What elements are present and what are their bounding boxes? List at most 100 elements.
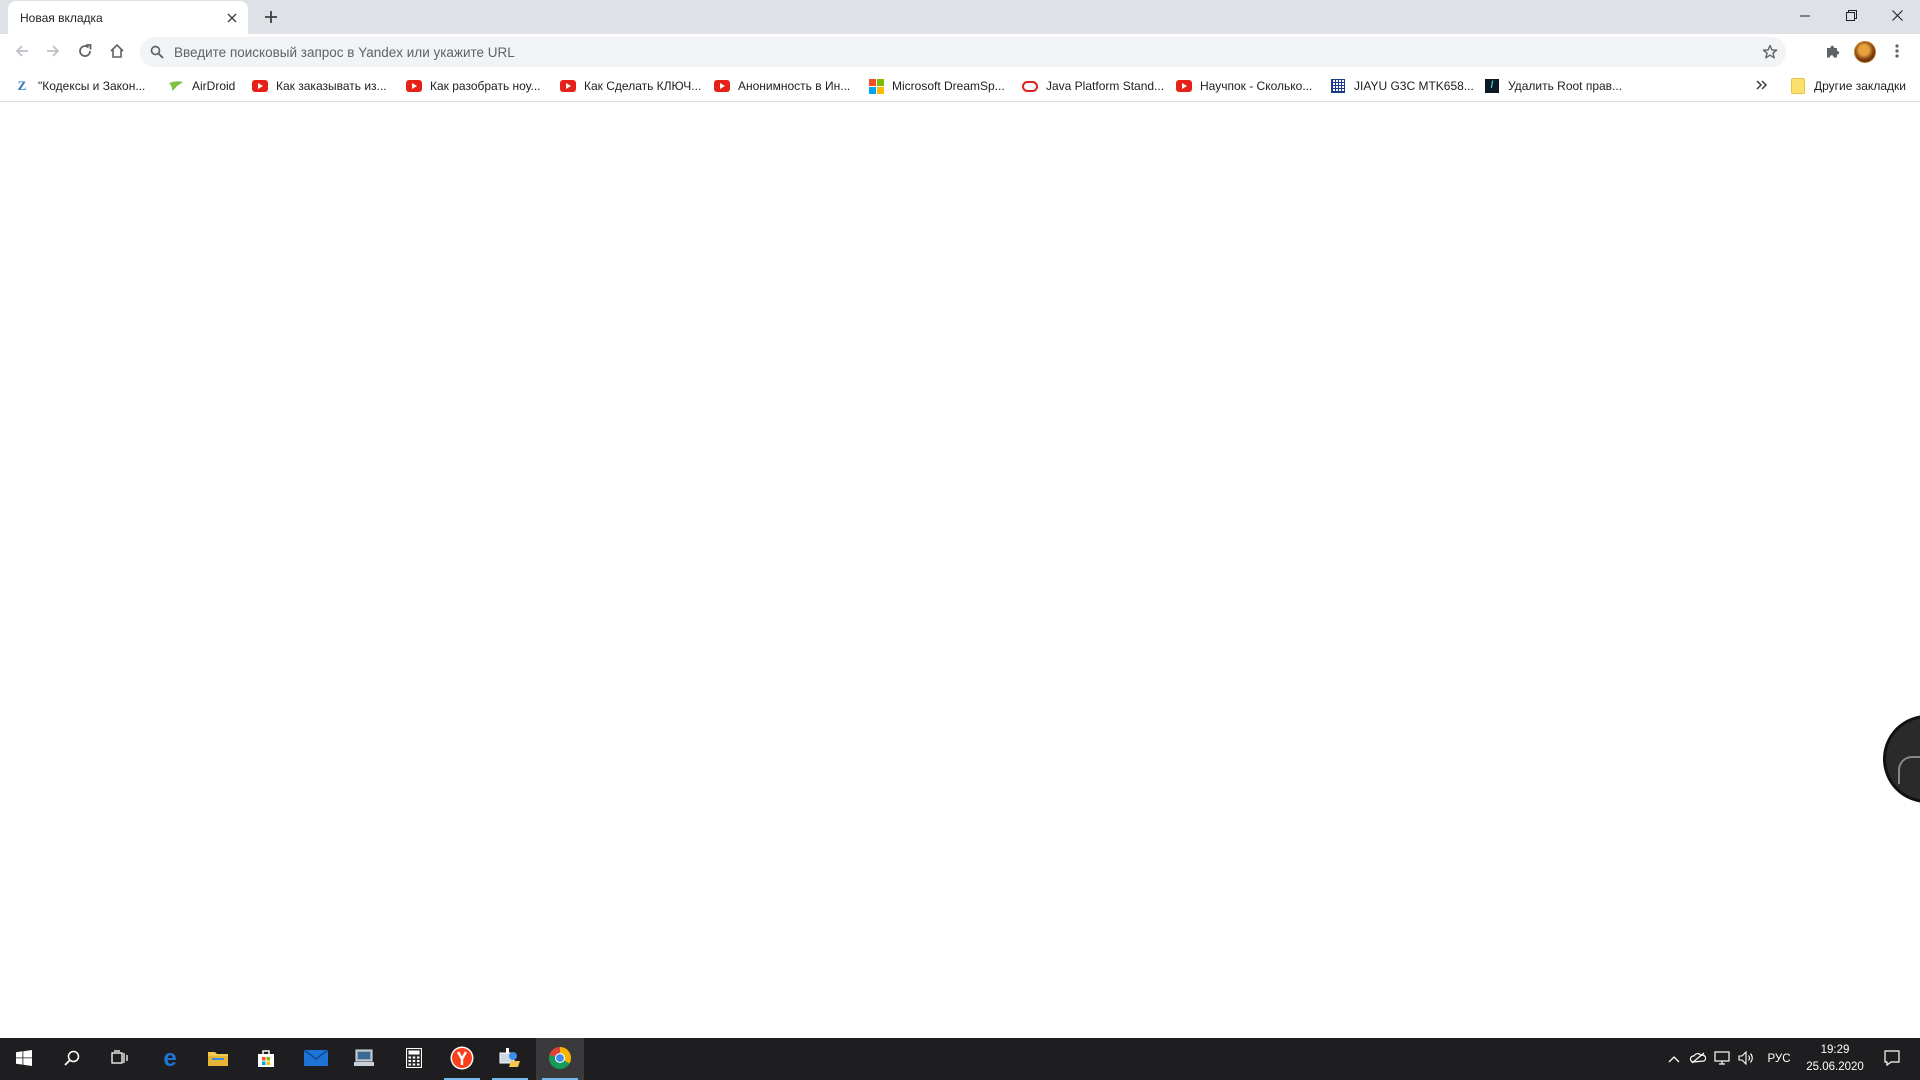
app-icon xyxy=(498,1047,522,1072)
bookmark-label: "Кодексы и Закон... xyxy=(38,79,146,93)
oracle-icon xyxy=(1022,78,1038,94)
bookmark-item[interactable]: Microsoft DreamSp... xyxy=(868,75,1005,97)
bookmark-item[interactable]: Как Сделать КЛЮЧ... xyxy=(560,75,701,97)
arrow-right-icon xyxy=(45,43,61,62)
file-explorer-button[interactable] xyxy=(194,1038,242,1080)
bookmark-label: Другие закладки xyxy=(1814,79,1906,93)
youtube-icon xyxy=(560,78,576,94)
app-button[interactable] xyxy=(340,1038,388,1080)
network-icon xyxy=(1714,1050,1730,1068)
folder-icon xyxy=(1790,78,1806,94)
profile-button[interactable] xyxy=(1851,38,1879,66)
grid-icon xyxy=(1330,78,1346,94)
mail-button[interactable] xyxy=(292,1038,340,1080)
task-view-icon xyxy=(111,1049,129,1069)
bookmark-label: Как Сделать КЛЮЧ... xyxy=(584,79,702,93)
speaker-icon xyxy=(1738,1050,1754,1068)
folder-icon xyxy=(207,1049,229,1070)
microsoft-icon xyxy=(868,78,884,94)
bookmark-item[interactable]: Научпок - Сколько... xyxy=(1176,75,1312,97)
search-button[interactable] xyxy=(48,1038,96,1080)
puzzle-icon xyxy=(1825,43,1841,62)
date-text: 25.06.2020 xyxy=(1806,1061,1864,1073)
volume-button[interactable] xyxy=(1734,1038,1758,1080)
bookmark-item[interactable]: Z "Кодексы и Закон... xyxy=(14,75,146,97)
bookmark-label: Как заказывать из... xyxy=(276,79,387,93)
bookmark-item[interactable]: Как разобрать ноу... xyxy=(406,75,541,97)
restore-button[interactable] xyxy=(1828,0,1874,30)
youtube-icon xyxy=(406,78,422,94)
close-window-button[interactable] xyxy=(1874,0,1920,30)
bookmark-label: Удалить Root прав... xyxy=(1508,79,1623,93)
address-input[interactable] xyxy=(174,38,1754,66)
tab-title: Новая вкладка xyxy=(20,10,103,25)
reload-button[interactable] xyxy=(71,38,99,66)
youtube-icon xyxy=(1176,78,1192,94)
menu-button[interactable] xyxy=(1883,38,1911,66)
language-indicator[interactable]: РУС xyxy=(1762,1038,1796,1080)
extensions-button[interactable] xyxy=(1819,38,1847,66)
other-bookmarks-folder[interactable]: Другие закладки xyxy=(1790,75,1906,97)
start-button[interactable] xyxy=(0,1038,48,1080)
z-icon: Z xyxy=(17,78,27,93)
network-button[interactable] xyxy=(1710,1038,1734,1080)
forward-button[interactable] xyxy=(39,38,67,66)
search-icon xyxy=(140,45,174,59)
new-tab-page xyxy=(0,103,1920,1038)
onedrive-icon xyxy=(1689,1052,1707,1067)
notification-icon xyxy=(1884,1049,1900,1069)
bookmark-item[interactable]: Как заказывать из... xyxy=(252,75,387,97)
taskbar: e РУС 19:29 25.06.2020 xyxy=(0,1038,1920,1080)
bookmark-label: Анонимность в Ин... xyxy=(738,79,851,93)
bookmark-item[interactable]: / Удалить Root прав... xyxy=(1484,75,1622,97)
bookmark-label: AirDroid xyxy=(192,79,236,93)
action-center-button[interactable] xyxy=(1872,1038,1912,1080)
new-tab-button[interactable] xyxy=(258,4,284,30)
double-chevron-right-icon xyxy=(1756,79,1768,93)
app-running-button[interactable] xyxy=(486,1038,534,1080)
edge-button[interactable]: e xyxy=(146,1038,194,1080)
bookmark-item[interactable]: AirDroid xyxy=(168,75,235,97)
arrow-left-icon xyxy=(14,43,30,62)
omnibox[interactable] xyxy=(140,37,1786,67)
home-icon xyxy=(109,43,125,62)
home-button[interactable] xyxy=(103,38,131,66)
tray-cloud-button[interactable] xyxy=(1686,1038,1710,1080)
minimize-button[interactable] xyxy=(1782,0,1828,30)
time-text: 19:29 xyxy=(1820,1044,1850,1056)
bookmark-label: Научпок - Сколько... xyxy=(1200,79,1313,93)
floating-widget[interactable] xyxy=(1883,715,1920,803)
bookmark-item[interactable]: Анонимность в Ин... xyxy=(714,75,850,97)
device-manager-icon xyxy=(353,1049,375,1070)
site-icon: / xyxy=(1484,78,1500,94)
chrome-button[interactable] xyxy=(536,1038,584,1080)
store-bag-icon xyxy=(256,1048,276,1071)
bookmarks-overflow-button[interactable] xyxy=(1756,75,1768,97)
chrome-icon xyxy=(548,1046,572,1073)
tab-new-tab[interactable]: Новая вкладка xyxy=(8,1,248,34)
back-button[interactable] xyxy=(8,38,36,66)
tab-strip: Новая вкладка xyxy=(0,0,1920,34)
bookmark-item[interactable]: Java Platform Stand... xyxy=(1022,75,1164,97)
bookmark-label: Как разобрать ноу... xyxy=(430,79,541,93)
windows-icon xyxy=(16,1049,32,1069)
chevron-up-icon xyxy=(1668,1052,1680,1066)
calculator-button[interactable] xyxy=(390,1038,438,1080)
bookmark-label: JIAYU G3C MTK658... xyxy=(1354,79,1474,93)
toolbar xyxy=(0,34,1920,70)
task-view-button[interactable] xyxy=(96,1038,144,1080)
bookmark-item[interactable]: JIAYU G3C MTK658... xyxy=(1330,75,1474,97)
yandex-icon xyxy=(450,1046,474,1073)
avatar xyxy=(1854,41,1876,63)
youtube-icon xyxy=(252,78,268,94)
more-vert-icon xyxy=(1895,43,1899,62)
bookmark-label: Java Platform Stand... xyxy=(1046,79,1165,93)
clock[interactable]: 19:29 25.06.2020 xyxy=(1800,1042,1870,1076)
store-button[interactable] xyxy=(242,1038,290,1080)
yandex-browser-button[interactable] xyxy=(438,1038,486,1080)
bookmark-star-icon[interactable] xyxy=(1754,44,1786,60)
mail-icon xyxy=(303,1048,329,1070)
bookmark-label: Microsoft DreamSp... xyxy=(892,79,1005,93)
close-tab-icon[interactable] xyxy=(222,8,242,28)
show-hidden-icons-button[interactable] xyxy=(1662,1038,1686,1080)
